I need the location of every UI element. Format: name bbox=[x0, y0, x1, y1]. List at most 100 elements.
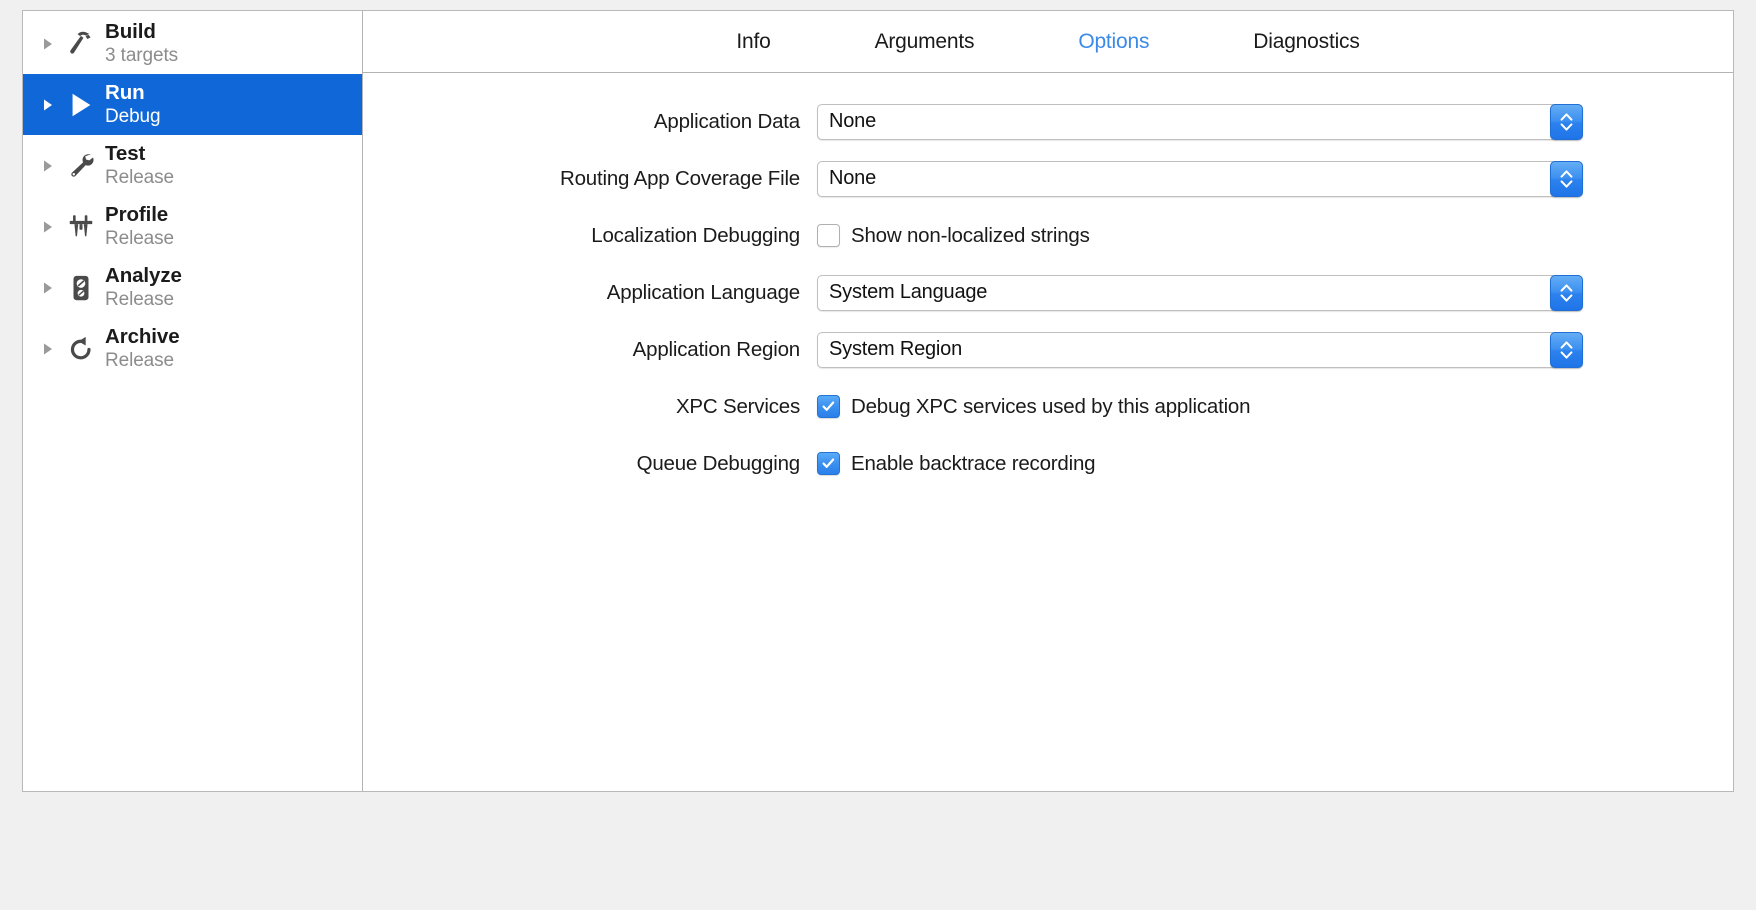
sidebar-item-run[interactable]: Run Debug bbox=[23, 74, 362, 135]
form-row-routing-app-coverage-file: Routing App Coverage File None bbox=[363, 150, 1733, 207]
sidebar-item-subtitle: 3 targets bbox=[105, 44, 179, 66]
disclosure-triangle-test[interactable] bbox=[37, 159, 59, 173]
stepper-button[interactable] bbox=[1550, 331, 1583, 368]
queue-debugging-checkbox-label: Enable backtrace recording bbox=[851, 451, 1096, 475]
sidebar-item-title: Analyze bbox=[105, 263, 182, 287]
gauge-icon bbox=[59, 273, 103, 303]
chevron-down-icon bbox=[1560, 350, 1573, 359]
chevron-up-icon bbox=[1560, 112, 1573, 121]
bottom-toolbar: Duplicate Scheme Manage Schemes... Share… bbox=[0, 792, 1756, 910]
application-data-popup[interactable]: None bbox=[817, 103, 1583, 140]
disclosure-triangle-run[interactable] bbox=[37, 98, 59, 112]
scheme-actions-sidebar: Build 3 targets Run Debug Test Release Profile… bbox=[23, 11, 363, 791]
chevron-right-icon bbox=[44, 38, 52, 49]
sidebar-item-subtitle: Release bbox=[105, 349, 175, 371]
localization-debugging-control: Show non-localized strings bbox=[817, 224, 1733, 248]
chevron-right-icon bbox=[44, 343, 52, 354]
play-icon bbox=[59, 90, 103, 120]
stepper-button[interactable] bbox=[1550, 274, 1583, 311]
form-row-xpc-services: XPC Services Debug XPC services used by t… bbox=[363, 378, 1733, 435]
sidebar-item-title: Test bbox=[105, 141, 146, 165]
application-region-label: Application Region bbox=[632, 337, 801, 361]
tab-info[interactable]: Info bbox=[684, 30, 822, 54]
sidebar-item-title: Build bbox=[105, 19, 156, 43]
caliper-icon bbox=[59, 212, 103, 242]
xpc-services-checkbox-group[interactable]: Debug XPC services used by this applicat… bbox=[817, 394, 1251, 419]
form-row-application-language: Application Language System Language bbox=[363, 264, 1733, 321]
archive-icon bbox=[59, 334, 103, 364]
form-row-localization-debugging: Localization Debugging Show non-localized… bbox=[363, 207, 1733, 264]
sidebar-item-title: Archive bbox=[105, 324, 180, 348]
stepper-button[interactable] bbox=[1550, 103, 1583, 140]
disclosure-triangle-profile[interactable] bbox=[37, 220, 59, 234]
sidebar-item-subtitle: Debug bbox=[105, 105, 161, 127]
detail-pane: Info Arguments Options Diagnostics Applicat… bbox=[363, 11, 1733, 791]
application-language-popup[interactable]: System Language bbox=[817, 274, 1583, 311]
application-language-value: System Language bbox=[829, 281, 988, 303]
application-language-control: System Language bbox=[817, 274, 1733, 311]
queue-debugging-checkbox-group[interactable]: Enable backtrace recording bbox=[817, 451, 1096, 476]
sidebar-item-profile[interactable]: Profile Release bbox=[23, 196, 362, 257]
queue-debugging-label: Queue Debugging bbox=[636, 451, 801, 475]
chevron-up-icon bbox=[1560, 169, 1573, 178]
queue-debugging-checkbox[interactable] bbox=[817, 452, 840, 475]
wrench-icon bbox=[59, 151, 103, 181]
sidebar-item-text: Archive Release bbox=[103, 324, 180, 372]
sidebar-item-text: Build 3 targets bbox=[103, 19, 179, 67]
sidebar-item-analyze[interactable]: Analyze Release bbox=[23, 257, 362, 318]
routing-app-coverage-file-popup[interactable]: None bbox=[817, 160, 1583, 197]
localization-debugging-checkbox-group[interactable]: Show non-localized strings bbox=[817, 224, 1090, 248]
sidebar-item-subtitle: Release bbox=[105, 166, 175, 188]
checkmark-icon bbox=[822, 458, 835, 468]
tab-diagnostics[interactable]: Diagnostics bbox=[1201, 30, 1411, 54]
sidebar-item-subtitle: Release bbox=[105, 227, 175, 249]
hammer-icon bbox=[59, 29, 103, 59]
routing-app-coverage-file-label: Routing App Coverage File bbox=[559, 166, 800, 190]
chevron-down-icon bbox=[1560, 179, 1573, 188]
localization-debugging-label: Localization Debugging bbox=[591, 223, 800, 247]
xpc-services-label: XPC Services bbox=[675, 394, 800, 418]
xpc-services-checkbox-label: Debug XPC services used by this applicat… bbox=[851, 394, 1251, 418]
form-row-application-region: Application Region System Region bbox=[363, 321, 1733, 378]
sidebar-item-title: Run bbox=[105, 80, 145, 104]
sidebar-item-text: Analyze Release bbox=[103, 263, 182, 311]
sidebar-item-subtitle: Release bbox=[105, 288, 175, 310]
chevron-right-icon bbox=[44, 99, 52, 110]
xpc-services-control: Debug XPC services used by this applicat… bbox=[817, 395, 1733, 419]
sidebar-item-build[interactable]: Build 3 targets bbox=[23, 13, 362, 74]
sidebar-item-text: Run Debug bbox=[103, 80, 161, 128]
chevron-right-icon bbox=[44, 282, 52, 293]
tab-options[interactable]: Options bbox=[1026, 30, 1201, 54]
sidebar-item-text: Profile Release bbox=[103, 202, 175, 250]
sidebar-item-title: Profile bbox=[105, 202, 169, 226]
application-data-control: None bbox=[817, 103, 1733, 140]
disclosure-triangle-analyze[interactable] bbox=[37, 281, 59, 295]
application-data-value: None bbox=[829, 110, 877, 132]
form-row-queue-debugging: Queue Debugging Enable backtrace recordin… bbox=[363, 435, 1733, 492]
tab-arguments[interactable]: Arguments bbox=[823, 30, 1027, 54]
routing-app-coverage-file-control: None bbox=[817, 160, 1733, 197]
application-region-control: System Region bbox=[817, 331, 1733, 368]
disclosure-triangle-archive[interactable] bbox=[37, 342, 59, 356]
chevron-right-icon bbox=[44, 221, 52, 232]
application-region-value: System Region bbox=[829, 338, 963, 360]
sidebar-item-test[interactable]: Test Release bbox=[23, 135, 362, 196]
scheme-editor-window: Build 3 targets Run Debug Test Release Profile… bbox=[0, 0, 1756, 910]
checkmark-icon bbox=[822, 401, 835, 411]
disclosure-triangle-build[interactable] bbox=[37, 37, 59, 51]
sidebar-item-archive[interactable]: Archive Release bbox=[23, 318, 362, 379]
stepper-button[interactable] bbox=[1550, 160, 1583, 197]
localization-debugging-checkbox[interactable] bbox=[817, 224, 840, 247]
chevron-down-icon bbox=[1560, 122, 1573, 131]
xpc-services-checkbox[interactable] bbox=[817, 395, 840, 418]
application-language-label: Application Language bbox=[606, 280, 800, 304]
localization-debugging-checkbox-label: Show non-localized strings bbox=[851, 223, 1090, 247]
window-body: Build 3 targets Run Debug Test Release Profile… bbox=[22, 10, 1734, 792]
queue-debugging-control: Enable backtrace recording bbox=[817, 452, 1733, 476]
sidebar-item-text: Test Release bbox=[103, 141, 175, 189]
tab-bar: Info Arguments Options Diagnostics bbox=[363, 11, 1733, 73]
form-row-application-data: Application Data None bbox=[363, 93, 1733, 150]
application-region-popup[interactable]: System Region bbox=[817, 331, 1583, 368]
chevron-down-icon bbox=[1560, 293, 1573, 302]
options-form: Application Data None Routing App Coverage… bbox=[363, 73, 1733, 791]
